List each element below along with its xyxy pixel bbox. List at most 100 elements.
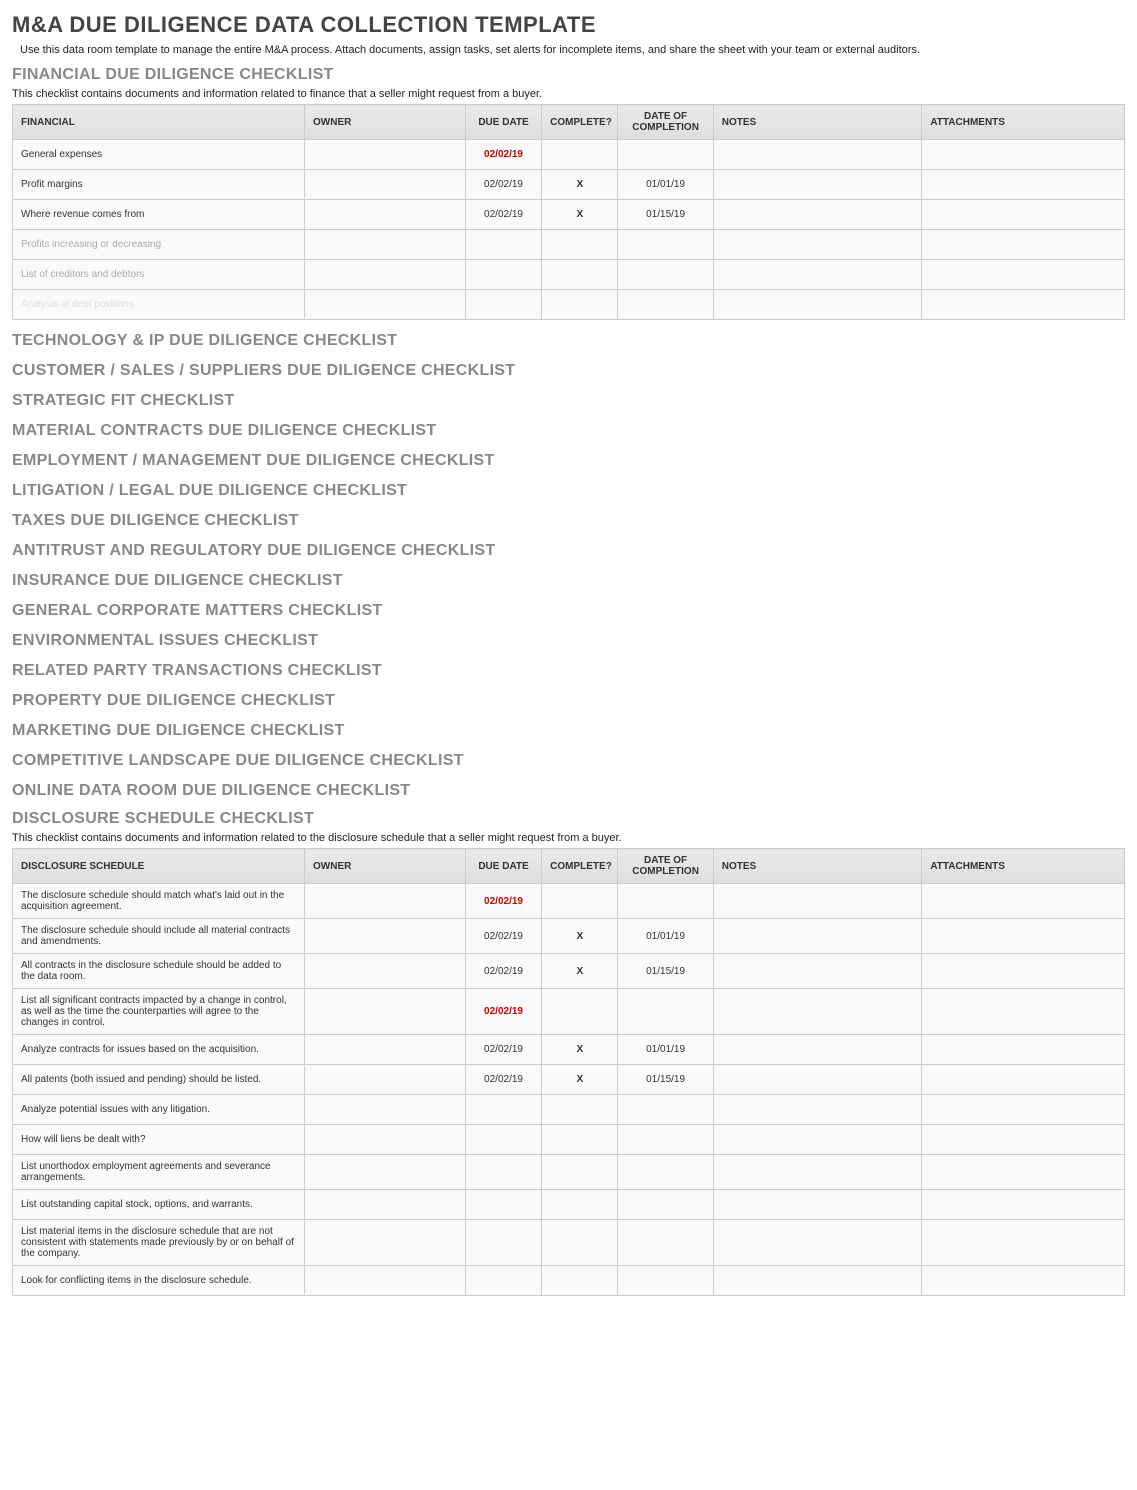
cell-doc[interactable]: 01/15/19 <box>618 200 713 230</box>
cell-notes[interactable] <box>713 1065 922 1095</box>
cell-owner[interactable] <box>305 884 466 919</box>
cell-notes[interactable] <box>713 170 922 200</box>
cell-due[interactable] <box>465 1220 541 1266</box>
cell-attachments[interactable] <box>922 140 1125 170</box>
section-heading[interactable]: RELATED PARTY TRANSACTIONS CHECKLIST <box>12 662 1125 680</box>
cell-doc[interactable] <box>618 1155 713 1190</box>
cell-owner[interactable] <box>305 170 466 200</box>
cell-item[interactable]: Profit margins <box>13 170 305 200</box>
cell-item[interactable]: Where revenue comes from <box>13 200 305 230</box>
cell-complete[interactable] <box>542 884 618 919</box>
cell-item[interactable]: List outstanding capital stock, options,… <box>13 1190 305 1220</box>
cell-attachments[interactable] <box>922 1035 1125 1065</box>
cell-due[interactable]: 02/02/19 <box>465 1065 541 1095</box>
cell-owner[interactable] <box>305 290 466 320</box>
cell-due[interactable] <box>465 1190 541 1220</box>
cell-doc[interactable] <box>618 290 713 320</box>
cell-attachments[interactable] <box>922 1155 1125 1190</box>
cell-complete[interactable] <box>542 1125 618 1155</box>
cell-complete[interactable] <box>542 989 618 1035</box>
cell-attachments[interactable] <box>922 1065 1125 1095</box>
cell-due[interactable]: 02/02/19 <box>465 170 541 200</box>
cell-item[interactable]: The disclosure schedule should match wha… <box>13 884 305 919</box>
section-heading[interactable]: ENVIRONMENTAL ISSUES CHECKLIST <box>12 632 1125 650</box>
cell-due[interactable]: 02/02/19 <box>465 140 541 170</box>
cell-due[interactable]: 02/02/19 <box>465 989 541 1035</box>
cell-item[interactable]: How will liens be dealt with? <box>13 1125 305 1155</box>
cell-owner[interactable] <box>305 230 466 260</box>
section-heading[interactable]: TAXES DUE DILIGENCE CHECKLIST <box>12 512 1125 530</box>
cell-complete[interactable]: X <box>542 919 618 954</box>
cell-item[interactable]: Analysis of debt positions <box>13 290 305 320</box>
cell-doc[interactable] <box>618 1266 713 1296</box>
cell-attachments[interactable] <box>922 1190 1125 1220</box>
cell-item[interactable]: All patents (both issued and pending) sh… <box>13 1065 305 1095</box>
section-heading[interactable]: ANTITRUST AND REGULATORY DUE DILIGENCE C… <box>12 542 1125 560</box>
section-heading[interactable]: TECHNOLOGY & IP DUE DILIGENCE CHECKLIST <box>12 332 1125 350</box>
cell-complete[interactable] <box>542 290 618 320</box>
section-heading[interactable]: ONLINE DATA ROOM DUE DILIGENCE CHECKLIST <box>12 782 1125 800</box>
cell-complete[interactable] <box>542 1266 618 1296</box>
cell-complete[interactable]: X <box>542 1035 618 1065</box>
cell-doc[interactable]: 01/15/19 <box>618 954 713 989</box>
cell-notes[interactable] <box>713 884 922 919</box>
cell-due[interactable]: 02/02/19 <box>465 1035 541 1065</box>
cell-item[interactable]: Analyze contracts for issues based on th… <box>13 1035 305 1065</box>
section-heading[interactable]: STRATEGIC FIT CHECKLIST <box>12 392 1125 410</box>
cell-item[interactable]: All contracts in the disclosure schedule… <box>13 954 305 989</box>
cell-attachments[interactable] <box>922 200 1125 230</box>
cell-attachments[interactable] <box>922 1220 1125 1266</box>
cell-complete[interactable] <box>542 1220 618 1266</box>
cell-notes[interactable] <box>713 1155 922 1190</box>
cell-due[interactable] <box>465 290 541 320</box>
cell-notes[interactable] <box>713 230 922 260</box>
cell-notes[interactable] <box>713 140 922 170</box>
cell-attachments[interactable] <box>922 954 1125 989</box>
section-heading[interactable]: GENERAL CORPORATE MATTERS CHECKLIST <box>12 602 1125 620</box>
cell-notes[interactable] <box>713 260 922 290</box>
cell-attachments[interactable] <box>922 290 1125 320</box>
section-heading[interactable]: EMPLOYMENT / MANAGEMENT DUE DILIGENCE CH… <box>12 452 1125 470</box>
section-heading[interactable]: CUSTOMER / SALES / SUPPLIERS DUE DILIGEN… <box>12 362 1125 380</box>
cell-due[interactable]: 02/02/19 <box>465 919 541 954</box>
cell-notes[interactable] <box>713 1266 922 1296</box>
section-heading[interactable]: MATERIAL CONTRACTS DUE DILIGENCE CHECKLI… <box>12 422 1125 440</box>
cell-complete[interactable]: X <box>542 954 618 989</box>
cell-item[interactable]: Look for conflicting items in the disclo… <box>13 1266 305 1296</box>
cell-doc[interactable] <box>618 989 713 1035</box>
section-heading[interactable]: LITIGATION / LEGAL DUE DILIGENCE CHECKLI… <box>12 482 1125 500</box>
cell-complete[interactable] <box>542 260 618 290</box>
cell-notes[interactable] <box>713 1220 922 1266</box>
cell-notes[interactable] <box>713 1035 922 1065</box>
cell-owner[interactable] <box>305 260 466 290</box>
section-heading[interactable]: INSURANCE DUE DILIGENCE CHECKLIST <box>12 572 1125 590</box>
cell-attachments[interactable] <box>922 1266 1125 1296</box>
cell-notes[interactable] <box>713 290 922 320</box>
cell-complete[interactable]: X <box>542 170 618 200</box>
cell-doc[interactable]: 01/01/19 <box>618 170 713 200</box>
cell-owner[interactable] <box>305 1220 466 1266</box>
cell-owner[interactable] <box>305 954 466 989</box>
cell-due[interactable] <box>465 1095 541 1125</box>
section-heading[interactable]: COMPETITIVE LANDSCAPE DUE DILIGENCE CHEC… <box>12 752 1125 770</box>
cell-due[interactable]: 02/02/19 <box>465 200 541 230</box>
cell-due[interactable] <box>465 260 541 290</box>
cell-owner[interactable] <box>305 1125 466 1155</box>
cell-owner[interactable] <box>305 919 466 954</box>
cell-item[interactable]: General expenses <box>13 140 305 170</box>
cell-owner[interactable] <box>305 1266 466 1296</box>
cell-item[interactable]: List of creditors and debtors <box>13 260 305 290</box>
cell-item[interactable]: List all significant contracts impacted … <box>13 989 305 1035</box>
cell-due[interactable]: 02/02/19 <box>465 954 541 989</box>
cell-complete[interactable] <box>542 1190 618 1220</box>
cell-due[interactable] <box>465 230 541 260</box>
cell-owner[interactable] <box>305 1035 466 1065</box>
cell-complete[interactable] <box>542 1095 618 1125</box>
cell-item[interactable]: List unorthodox employment agreements an… <box>13 1155 305 1190</box>
cell-doc[interactable] <box>618 140 713 170</box>
cell-owner[interactable] <box>305 1155 466 1190</box>
cell-attachments[interactable] <box>922 884 1125 919</box>
cell-attachments[interactable] <box>922 230 1125 260</box>
section-heading[interactable]: PROPERTY DUE DILIGENCE CHECKLIST <box>12 692 1125 710</box>
cell-notes[interactable] <box>713 1190 922 1220</box>
